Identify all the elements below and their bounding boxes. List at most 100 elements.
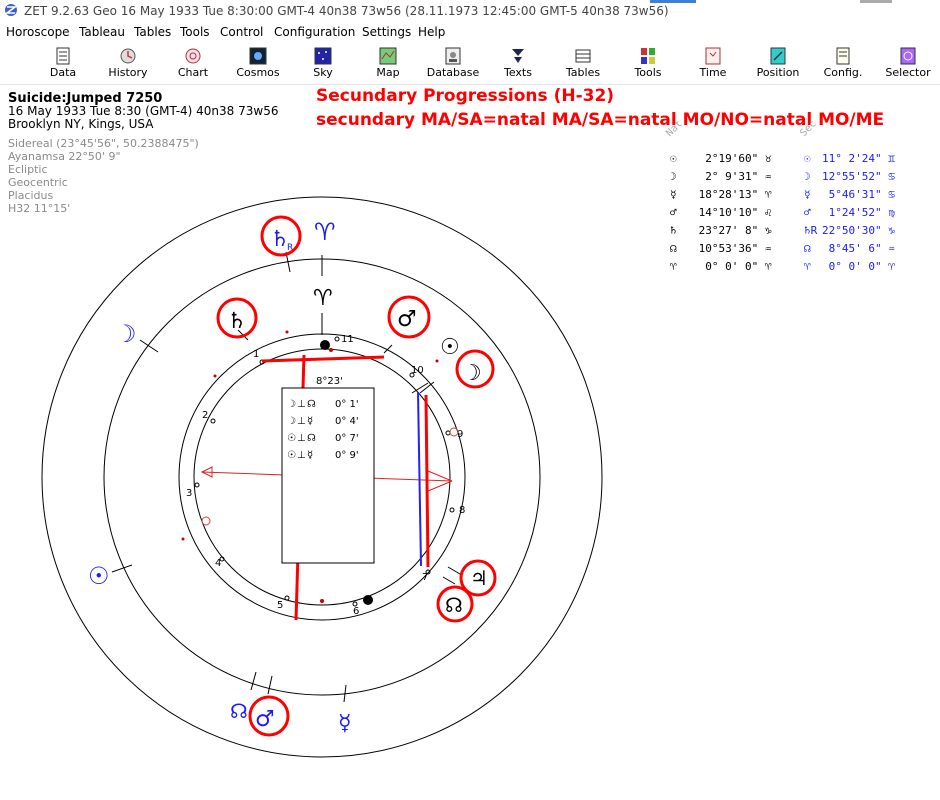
moon-icon: ☽ [804, 170, 811, 183]
map-button[interactable]: Map [356, 44, 420, 82]
setting-sidereal: Sidereal (23°45'56", 50.2388475") [8, 137, 199, 150]
natal-aries-glyph: ♈ [313, 286, 333, 311]
chart-wheel: 1 2 3 4 5 6 7 8 9 10 11 8°23' ☽ ⊥ ☊ 0° 1… [41, 196, 603, 758]
secondary-value: 22°50'30" ♑ [822, 224, 895, 237]
time-icon [705, 47, 721, 65]
positions-table: Nat Sec ☉ 2°19'60" ♉ ☉ 11° 2'24" ♊ ☽ 2° … [664, 118, 930, 288]
menu-tableau[interactable]: Tableau [79, 25, 125, 39]
config-button[interactable]: Config. [811, 44, 875, 82]
aspect-3-b: ☊ [307, 433, 316, 444]
menu-settings[interactable]: Settings [362, 25, 411, 39]
aspect-1-op: ⊥ [297, 399, 306, 410]
small-red-circle-2 [201, 516, 211, 526]
aspect-2-orb: 0° 4' [335, 416, 359, 427]
chart-label: Chart [177, 66, 209, 79]
aspect-2-op: ⊥ [297, 416, 306, 427]
time-button[interactable]: Time [681, 44, 745, 82]
sky-icon [314, 47, 332, 65]
mercury-icon: ☿ [670, 188, 677, 201]
prog-moon-glyph: ☽ [115, 320, 137, 348]
config-label: Config. [823, 66, 863, 79]
prog-aries-glyph: ♈ [314, 218, 336, 246]
cosmos-button[interactable]: Cosmos [226, 44, 290, 82]
position-row: ☽ 2° 9'31" ♒ ☽ 12°55'52" ♋ [670, 170, 930, 188]
aspect-4-op: ⊥ [297, 450, 306, 461]
database-label: Database [426, 66, 480, 79]
menu-tools[interactable]: Tools [180, 25, 210, 39]
position-row: ♈ 0° 0' 0" ♈ ♈ 0° 0' 0" ♈ [670, 260, 930, 278]
prog-sun-glyph: ☉ [88, 562, 110, 590]
aspect-box-title: 8°23' [316, 376, 343, 387]
natal-saturn-glyph: ♄ [227, 309, 247, 334]
node-icon: ☊ [670, 242, 677, 255]
saturn-icon: ♄R [804, 224, 818, 237]
tables-button[interactable]: Tables [551, 44, 615, 82]
sun-icon: ☉ [670, 152, 677, 165]
house-10: 10 [411, 365, 424, 376]
sky-button[interactable]: Sky [291, 44, 355, 82]
map-icon [379, 47, 397, 65]
blue-line [417, 391, 422, 567]
cosmos-label: Cosmos [236, 66, 280, 79]
aspect-3-a: ☉ [287, 433, 296, 444]
position-icon [770, 47, 786, 65]
sun-icon: ☉ [804, 152, 811, 165]
title-accent-gray [860, 0, 892, 3]
annotation-heading: Secundary Progressions (H-32) secundary … [316, 84, 884, 132]
natal-value: 2° 9'31" ♒ [692, 170, 772, 183]
mars-icon: ♂ [670, 206, 677, 219]
node-icon: ☊ [804, 242, 811, 255]
position-row: ☊ 10°53'36" ♒ ☊ 8°45' 6" ♒ [670, 242, 930, 260]
tools-button[interactable]: Tools [616, 44, 680, 82]
house-5: 5 [277, 600, 283, 611]
database-icon [445, 47, 461, 65]
aspect-4-orb: 0° 9' [335, 450, 359, 461]
saturn-icon: ♄ [670, 224, 677, 237]
texts-button[interactable]: Texts [486, 44, 550, 82]
config-icon [836, 47, 850, 65]
position-row: ☿ 18°28'13" ♈ ☿ 5°46'31" ♋ [670, 188, 930, 206]
house-8: 8 [459, 505, 465, 516]
house-1: 1 [253, 349, 259, 360]
tables-icon [575, 49, 591, 63]
aries-icon: ♈ [804, 260, 811, 273]
position-label: Position [756, 66, 800, 79]
secondary-value: 0° 0' 0" ♈ [822, 260, 895, 273]
chart-button[interactable]: Chart [161, 44, 225, 82]
heading-line-1: Secundary Progressions (H-32) [316, 86, 615, 106]
house-6: 6 [353, 606, 359, 617]
aspect-1-a: ☽ [287, 399, 296, 410]
database-button[interactable]: Database [421, 44, 485, 82]
window-title: ZET 9.2.63 Geo 16 May 1933 Tue 8:30:00 G… [24, 4, 669, 18]
selector-button[interactable]: Selector [876, 44, 940, 82]
ic-dot [363, 595, 373, 605]
menu-tables[interactable]: Tables [134, 25, 171, 39]
menu-configuration[interactable]: Configuration [274, 25, 355, 39]
toolbar: Data History Chart Cosmos Sky Map Databa… [0, 42, 940, 85]
app-icon [4, 4, 18, 16]
moon-icon: ☽ [670, 170, 677, 183]
position-button[interactable]: Position [746, 44, 810, 82]
history-label: History [108, 66, 148, 79]
aspect-2-a: ☽ [287, 416, 296, 427]
house-11: 11 [341, 334, 354, 345]
prog-mercury-glyph: ☿ [338, 711, 352, 736]
sky-label: Sky [313, 66, 333, 79]
secondary-value: 5°46'31" ♋ [822, 188, 895, 201]
aspect-1-b: ☊ [307, 399, 316, 410]
menu-horoscope[interactable]: Horoscope [6, 25, 70, 39]
aspect-box [281, 387, 375, 564]
natal-value: 23°27' 8" ♑ [692, 224, 772, 237]
natal-node-glyph: ☊ [445, 593, 463, 617]
history-button[interactable]: History [96, 44, 160, 82]
secondary-value: 11° 2'24" ♊ [822, 152, 895, 165]
tools-icon [641, 48, 655, 64]
house-2: 2 [202, 410, 208, 421]
menu-help[interactable]: Help [418, 25, 445, 39]
aspect-1-orb: 0° 1' [335, 399, 359, 410]
menu-control[interactable]: Control [220, 25, 263, 39]
data-icon [56, 47, 70, 65]
data-button[interactable]: Data [31, 44, 95, 82]
time-label: Time [699, 66, 727, 79]
natal-value: 10°53'36" ♒ [692, 242, 772, 255]
